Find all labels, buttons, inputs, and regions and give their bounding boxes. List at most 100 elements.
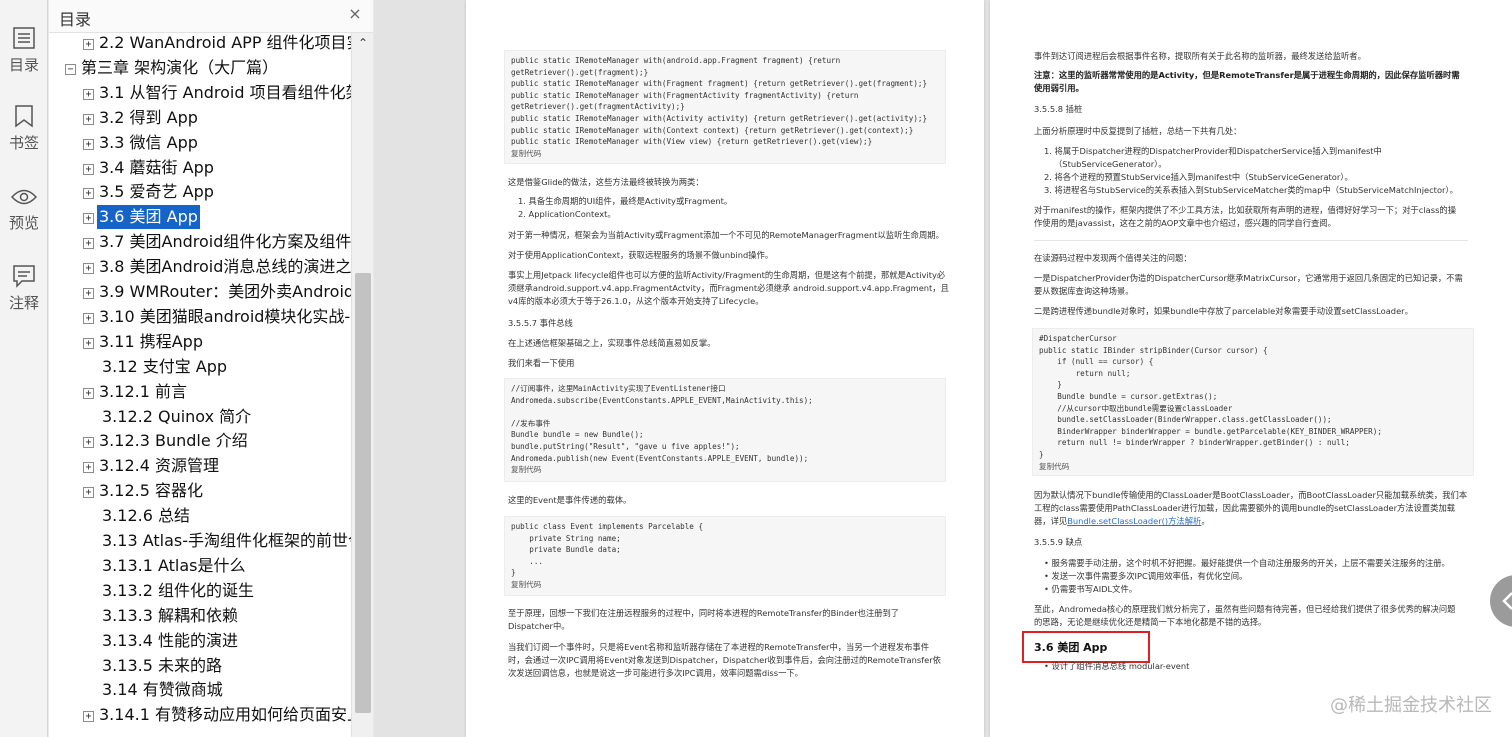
paragraph: 的思路，无论是继续优化还是精简一下本地化都是不错的选择。 bbox=[1034, 617, 1267, 627]
toc-item[interactable]: +2.2 WanAndroid APP 组件化项目实战 bbox=[83, 33, 351, 55]
toc-item[interactable]: +3.3 微信 App bbox=[83, 131, 351, 155]
toc-item[interactable]: +3.12.3 Bundle 介绍 bbox=[83, 429, 351, 453]
toc-item-label: 3.6 美团 App bbox=[97, 205, 200, 230]
eye-icon bbox=[11, 189, 37, 205]
toc-item[interactable]: +3.1 从智行 Android 项目看组件化架构实践 bbox=[83, 81, 351, 105]
toc-item-label: 3.3 微信 App bbox=[99, 132, 198, 152]
toc-item-label: 2.2 WanAndroid APP 组件化项目实战 bbox=[99, 33, 351, 52]
rail-preview-button[interactable]: 预览 bbox=[0, 186, 48, 252]
expand-icon[interactable]: + bbox=[83, 188, 94, 200]
expand-icon[interactable]: + bbox=[83, 213, 94, 225]
toc-item[interactable]: +3.7 美团Android组件化方案及组件消息总线 bbox=[83, 230, 351, 254]
scroll-up-icon[interactable]: ⌃ bbox=[355, 35, 371, 51]
toc-item[interactable]: 3.13.2 组件化的诞生 bbox=[83, 579, 351, 603]
expand-icon[interactable]: + bbox=[83, 487, 94, 499]
paragraph: 器，详见Bundle.setClassLoader()方法解析。 bbox=[1034, 515, 1210, 528]
close-icon[interactable]: × bbox=[345, 4, 365, 24]
chevron-left-icon bbox=[1502, 592, 1512, 610]
divider bbox=[1034, 240, 1468, 241]
paragraph: 次发送回调信息，也就是说这一步可能进行多次IPC调用，效率问题需diss一下。 bbox=[508, 668, 803, 678]
list-item: 2. 将各个进程的预置StubService插入到manifest中（StubS… bbox=[1044, 172, 1353, 182]
toc-item-label: 3.13 Atlas-手淘组件化框架的前世今生和未来的路 bbox=[102, 531, 351, 550]
bundle-classloader-link[interactable]: Bundle.setClassLoader()方法解析 bbox=[1067, 516, 1201, 526]
paragraph: 工程的class需要使用PathClassLoader进行加载，因此需要额外的调… bbox=[1034, 503, 1456, 513]
toc-item[interactable]: +3.12.4 资源管理 bbox=[83, 454, 351, 478]
toc-item[interactable]: 3.13.5 未来的路 bbox=[83, 654, 351, 678]
expand-icon[interactable]: + bbox=[83, 437, 94, 449]
code-block: //订阅事件，这里MainActivity实现了EventListener接口 … bbox=[504, 378, 946, 482]
toc-item[interactable]: 3.13.4 性能的演进 bbox=[83, 629, 351, 653]
toc-scroll-thumb[interactable] bbox=[355, 273, 371, 713]
expand-icon[interactable]: + bbox=[83, 711, 94, 723]
paragraph: 在上述通信框架基础之上，实现事件总线简直易如反掌。 bbox=[508, 338, 716, 348]
toc-scrollbar[interactable]: ⌃ bbox=[351, 33, 373, 737]
bullet-text: 仍需要书写AIDL文件。 bbox=[1051, 584, 1138, 594]
toc-item[interactable]: +3.10 美团猫眼android模块化实战-可能是最详细的模块化实战 bbox=[83, 305, 351, 329]
toc-item[interactable]: +3.11 携程App bbox=[83, 330, 351, 354]
toc-item[interactable]: 3.13 Atlas-手淘组件化框架的前世今生和未来的路 bbox=[83, 529, 351, 553]
toc-item-label: 3.7 美团Android组件化方案及组件消息总线 bbox=[99, 232, 351, 252]
expand-icon[interactable]: + bbox=[83, 238, 94, 250]
expand-icon[interactable]: + bbox=[83, 88, 94, 100]
expand-icon[interactable]: + bbox=[83, 462, 94, 474]
toc-item[interactable]: 3.13.3 解耦和依赖 bbox=[83, 604, 351, 628]
expand-icon[interactable]: + bbox=[83, 312, 94, 324]
toc-item[interactable]: +3.4 蘑菇街 App bbox=[83, 156, 351, 180]
toc-title: 目录 bbox=[59, 10, 92, 29]
paragraph: 这里的Event是事件传递的载体。 bbox=[508, 495, 632, 505]
rail-toc-button[interactable]: 目录 bbox=[0, 26, 48, 92]
toc-item[interactable]: +3.12.1 前言 bbox=[83, 380, 351, 404]
toc-item[interactable]: 3.12.6 总结 bbox=[83, 504, 351, 528]
rail-comment-button[interactable]: 注释 bbox=[0, 264, 48, 330]
toc-item-label: 3.14.1 有赞移动应用如何给页面安上“保险” bbox=[99, 705, 351, 725]
toc-item[interactable]: +3.9 WMRouter：美团外卖Android开源路由框架 bbox=[83, 280, 351, 304]
bullet-item: • 仍需要书写AIDL文件。 bbox=[1044, 584, 1138, 594]
toc-item-label: 3.2 得到 App bbox=[99, 107, 198, 127]
toc-item-label: 3.12.5 容器化 bbox=[99, 481, 203, 501]
toc-item[interactable]: +3.5 爱奇艺 App bbox=[83, 180, 351, 204]
section-heading-small: 3.5.5.7 事件总线 bbox=[508, 318, 573, 328]
toc-item-label: 3.4 蘑菇街 App bbox=[99, 157, 214, 177]
copy-code-link[interactable]: 复制代码 bbox=[511, 149, 541, 158]
toc-item[interactable]: +3.12.5 容器化 bbox=[83, 479, 351, 503]
watermark: @稀土掘金技术社区 bbox=[1330, 695, 1492, 716]
toc-item[interactable]: 3.13.1 Atlas是什么 bbox=[83, 554, 351, 578]
toc-item[interactable]: − 第三章 架构演化（大厂篇） bbox=[65, 56, 351, 80]
bullet-item: • 发送一次事件需要多次IPC调用效率低，有优化空间。 bbox=[1044, 571, 1248, 581]
paragraph: 作使用的是javassist，这在之前的AOP文章中也介绍过，感兴趣的同学自行查… bbox=[1034, 218, 1336, 228]
expand-icon[interactable]: + bbox=[83, 163, 94, 175]
toc-item[interactable]: 3.12.2 Quinox 简介 bbox=[83, 405, 351, 429]
toc-panel: 目录 × +2.2 WanAndroid APP 组件化项目实战 − 第三章 架构演… bbox=[49, 0, 373, 737]
toc-item[interactable]: +3.6 美团 App bbox=[83, 205, 351, 230]
paragraph: 在读源码过程中发现两个值得关注的问题： bbox=[1034, 253, 1192, 263]
expand-icon[interactable]: + bbox=[83, 39, 94, 50]
toc-list: +2.2 WanAndroid APP 组件化项目实战 − 第三章 架构演化（大厂篇… bbox=[49, 33, 351, 733]
rail-preview-label: 预览 bbox=[8, 214, 39, 232]
collapse-icon[interactable]: − bbox=[65, 63, 76, 75]
toc-item[interactable]: 3.12 支付宝 App bbox=[83, 355, 351, 379]
expand-icon[interactable]: + bbox=[83, 113, 94, 125]
toc-item-label: 3.12.6 总结 bbox=[102, 506, 190, 526]
toc-item-label: 3.14 有赞微商城 bbox=[102, 680, 223, 700]
expand-icon[interactable]: + bbox=[83, 138, 94, 150]
rail-bookmark-button[interactable]: 书签 bbox=[0, 104, 48, 170]
expand-icon[interactable]: + bbox=[83, 337, 94, 349]
comment-icon bbox=[13, 265, 35, 288]
copy-code-link[interactable]: 复制代码 bbox=[1039, 462, 1069, 471]
toc-item[interactable]: +3.8 美团Android消息总线的演进之路 bbox=[83, 255, 351, 279]
copy-code-link[interactable]: 复制代码 bbox=[511, 465, 541, 474]
paragraph: 对于manifest的操作，框架内提供了不少工具方法，比如获取所有声明的进程，值… bbox=[1034, 205, 1456, 215]
expand-icon[interactable]: + bbox=[83, 288, 94, 299]
toc-item-label: 3.12.1 前言 bbox=[99, 381, 187, 401]
toc-item[interactable]: +3.14.1 有赞移动应用如何给页面安上“保险” bbox=[83, 703, 351, 727]
expand-icon[interactable]: + bbox=[83, 263, 94, 275]
document-viewer[interactable]: public static IRemoteManager with(androi… bbox=[374, 0, 1512, 737]
toc-item[interactable]: 3.14 有赞微商城 bbox=[83, 678, 351, 702]
section-heading-small: 3.5.5.9 缺点 bbox=[1034, 537, 1083, 547]
expand-icon[interactable]: + bbox=[83, 387, 94, 399]
paragraph: 当我们订阅一个事件时，只是将Event名称和监听器存储在了本进程的RemoteT… bbox=[508, 642, 930, 652]
paragraph: 二是跨进程传递bundle对象时，如果bundle中存放了parcelable对… bbox=[1034, 306, 1413, 316]
bookmark-icon bbox=[15, 105, 33, 128]
toc-item[interactable]: +3.2 得到 App bbox=[83, 106, 351, 130]
copy-code-link[interactable]: 复制代码 bbox=[511, 580, 541, 589]
